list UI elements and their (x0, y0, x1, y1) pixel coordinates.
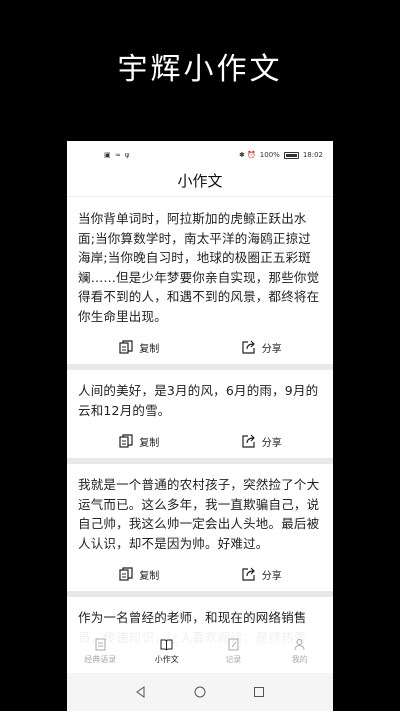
status-right-icons: ✱ ⏰ (238, 151, 256, 159)
phone-screen: ▣ ≈ ψ ✱ ⏰ 100% 18:02 小作文 当你背单词时，阿拉斯加的虎鲸正… (67, 141, 333, 711)
copy-icon (119, 340, 133, 354)
copy-button[interactable]: 复制 (78, 340, 201, 355)
copy-label: 复制 (139, 437, 160, 449)
recents-icon[interactable] (253, 686, 265, 698)
battery-icon (283, 151, 299, 159)
tab-classic-quotes[interactable]: 经典语录 (67, 629, 134, 673)
essay-card: 我就是一个普通的农村孩子，突然捡了个大运气而已。这么多年，我一直欺骗自己，说自己… (67, 464, 333, 591)
share-button[interactable]: 分享 (201, 340, 324, 355)
tab-mine[interactable]: 我的 (267, 629, 334, 673)
essay-text: 当你背单词时，阿拉斯加的虎鲸正跃出水面;当你算数学时，南太平洋的海鸥正掠过海岸;… (78, 211, 320, 324)
tab-label: 记录 (225, 654, 242, 664)
card-actions: 复制 分享 (78, 330, 323, 364)
tab-label: 小作文 (154, 654, 179, 664)
share-label: 分享 (261, 343, 282, 355)
essay-card: 人间的美好，是3月的风，6月的雨，9月的云和12月的雪。 复制 分享 (67, 370, 333, 458)
status-left-icons: ▣ ≈ ψ (104, 151, 131, 159)
home-icon[interactable] (194, 686, 206, 698)
essay-text: 我就是一个普通的农村孩子，突然捡了个大运气而已。这么多年，我一直欺骗自己，说自己… (78, 477, 320, 551)
card-actions: 复制 分享 (78, 424, 323, 458)
edit-note-icon (228, 638, 239, 650)
copy-button[interactable]: 复制 (78, 434, 201, 449)
tab-records[interactable]: 记录 (200, 629, 267, 673)
essay-feed[interactable]: 当你背单词时，阿拉斯加的虎鲸正跃出水面;当你算数学时，南太平洋的海鸥正掠过海岸;… (67, 198, 333, 644)
back-icon[interactable] (135, 686, 147, 698)
share-icon (242, 434, 255, 448)
tab-essays[interactable]: 小作文 (134, 629, 201, 673)
copy-label: 复制 (139, 570, 160, 582)
system-nav-bar (67, 673, 333, 711)
status-time: 18:02 (302, 151, 323, 159)
share-button[interactable]: 分享 (201, 434, 324, 449)
essay-card: 当你背单词时，阿拉斯加的虎鲸正跃出水面;当你算数学时，南太平洋的海鸥正掠过海岸;… (67, 198, 333, 364)
card-actions: 复制 分享 (78, 557, 323, 591)
copy-button[interactable]: 复制 (78, 567, 201, 582)
status-bar: ▣ ≈ ψ ✱ ⏰ 100% 18:02 (67, 141, 333, 169)
bottom-tab-bar: 经典语录 小作文 记录 我的 (67, 629, 333, 673)
promo-title: 宇辉小作文 (117, 52, 283, 87)
share-button[interactable]: 分享 (201, 567, 324, 582)
essay-text: 人间的美好，是3月的风，6月的雨，9月的云和12月的雪。 (78, 383, 319, 418)
battery-percent: 100% (259, 151, 280, 159)
share-icon (242, 340, 255, 354)
copy-label: 复制 (139, 343, 160, 355)
tab-label: 我的 (291, 654, 308, 664)
status-right: ✱ ⏰ 100% 18:02 (239, 151, 323, 159)
share-label: 分享 (261, 437, 282, 449)
tab-label: 经典语录 (84, 654, 117, 664)
copy-icon (119, 434, 133, 448)
share-icon (242, 567, 255, 581)
copy-icon (119, 567, 133, 581)
open-book-icon (160, 639, 173, 650)
page-title: 小作文 (67, 169, 333, 197)
share-label: 分享 (261, 570, 282, 582)
person-icon (294, 638, 305, 650)
book-page-icon (95, 638, 106, 650)
